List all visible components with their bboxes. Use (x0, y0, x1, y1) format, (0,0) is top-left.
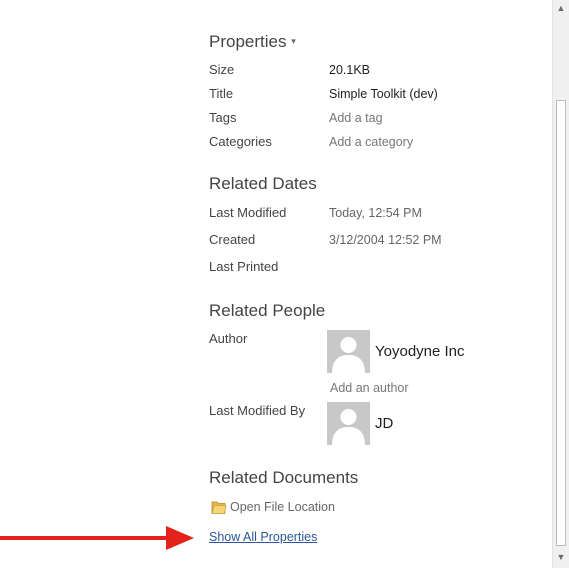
person-silhouette-icon (327, 330, 370, 373)
folder-icon (211, 501, 227, 514)
last-modified-by-label: Last Modified By (209, 403, 306, 418)
last-modified-value: Today, 12:54 PM (329, 206, 422, 220)
annotation-arrow (0, 526, 194, 550)
open-file-location-label: Open File Location (230, 500, 335, 514)
related-people-title: Related People (209, 301, 326, 320)
tags-label: Tags (209, 110, 237, 125)
last-printed-label: Last Printed (209, 259, 279, 274)
properties-title: Properties (209, 32, 287, 51)
last-modified-by-avatar[interactable] (327, 402, 370, 445)
add-tag-field[interactable]: Add a tag (329, 111, 383, 125)
last-modified-label: Last Modified (209, 205, 287, 220)
scroll-thumb[interactable] (556, 100, 566, 546)
scroll-up-arrow-icon[interactable]: ▲ (556, 3, 566, 13)
title-label: Title (209, 86, 234, 101)
author-label: Author (209, 331, 248, 346)
show-all-properties-link[interactable]: Show All Properties (209, 530, 317, 544)
size-label: Size (209, 62, 235, 77)
add-author-field[interactable]: Add an author (330, 381, 409, 395)
add-category-field[interactable]: Add a category (329, 135, 413, 149)
author-name[interactable]: Yoyodyne Inc (375, 343, 465, 360)
vertical-scrollbar[interactable]: ▲ ▼ (552, 0, 569, 568)
properties-header[interactable]: Properties ▾ (209, 32, 296, 52)
size-value: 20.1KB (329, 63, 371, 77)
related-documents-title: Related Documents (209, 468, 359, 487)
scroll-down-arrow-icon[interactable]: ▼ (556, 552, 566, 562)
person-silhouette-icon (327, 402, 370, 445)
last-modified-by-name[interactable]: JD (375, 415, 393, 432)
related-dates-title: Related Dates (209, 174, 317, 193)
categories-label: Categories (209, 134, 272, 149)
author-avatar[interactable] (327, 330, 370, 373)
created-value: 3/12/2004 12:52 PM (329, 233, 442, 247)
title-value[interactable]: Simple Toolkit (dev) (329, 87, 438, 101)
created-label: Created (209, 232, 256, 247)
dropdown-caret-icon: ▾ (291, 36, 296, 46)
